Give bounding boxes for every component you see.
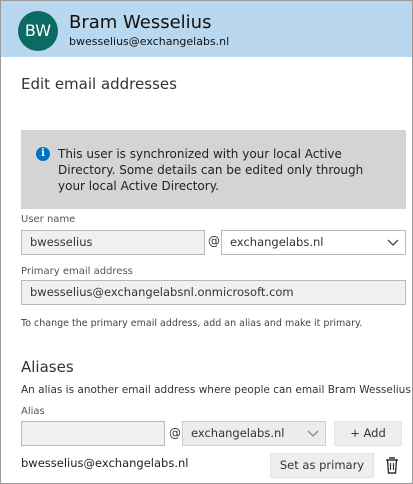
primary-email-label: Primary email address xyxy=(21,266,133,277)
primary-email-field: bwesselius@exchangelabsnl.onmicrosoft.co… xyxy=(21,280,406,305)
set-as-primary-button[interactable]: Set as primary xyxy=(270,453,374,478)
aliases-heading: Aliases xyxy=(21,358,74,376)
edit-email-panel: BW Bram Wesselius bwesselius@exchangelab… xyxy=(0,0,413,484)
user-display-name: Bram Wesselius xyxy=(69,12,212,33)
add-alias-button[interactable]: + Add xyxy=(334,421,402,446)
primary-email-hint: To change the primary email address, add… xyxy=(21,318,363,329)
user-header: BW Bram Wesselius bwesselius@exchangelab… xyxy=(1,1,412,57)
page-title: Edit email addresses xyxy=(21,75,177,93)
alias-domain-value: exchangelabs.nl xyxy=(191,426,285,440)
avatar: BW xyxy=(18,11,58,51)
username-at-sign: @ xyxy=(208,234,220,248)
chevron-down-icon xyxy=(387,239,399,246)
chevron-down-icon xyxy=(307,430,319,437)
alias-at-sign: @ xyxy=(169,426,181,440)
alias-input[interactable] xyxy=(21,421,165,446)
username-domain-select[interactable]: exchangelabs.nl xyxy=(221,230,406,255)
info-icon: i xyxy=(36,147,50,161)
trash-icon[interactable] xyxy=(384,456,400,474)
info-banner: i This user is synchronized with your lo… xyxy=(21,130,406,209)
user-email: bwesselius@exchangelabs.nl xyxy=(69,35,230,48)
username-label: User name xyxy=(21,214,76,225)
aliases-description: An alias is another email address where … xyxy=(21,384,411,396)
info-message: This user is synchronized with your loca… xyxy=(58,147,364,193)
username-input[interactable]: bwesselius xyxy=(21,230,205,255)
username-domain-value: exchangelabs.nl xyxy=(230,235,324,249)
alias-label: Alias xyxy=(21,406,45,417)
alias-domain-select[interactable]: exchangelabs.nl xyxy=(182,421,326,446)
existing-alias: bwesselius@exchangelabs.nl xyxy=(21,456,189,470)
